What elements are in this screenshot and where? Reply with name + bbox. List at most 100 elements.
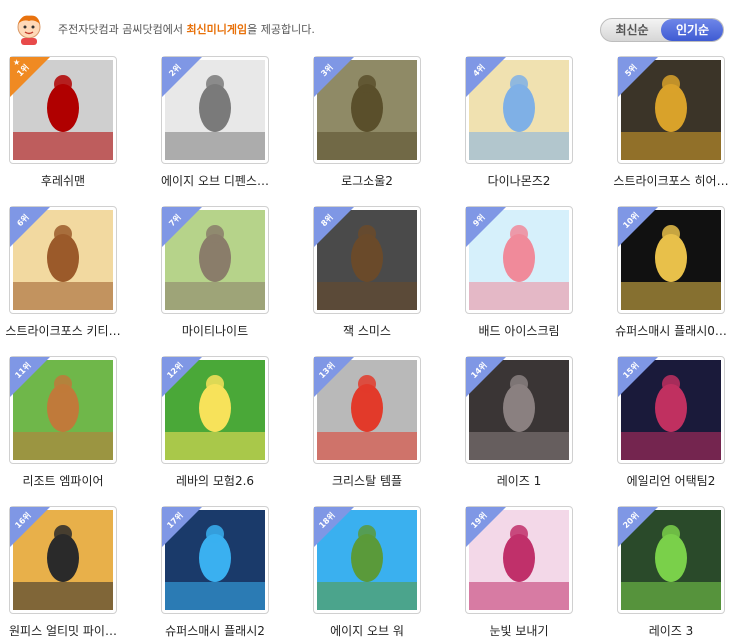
game-title[interactable]: 에이지 오브 디펜스… [140, 172, 290, 189]
rank-label: 19위 [469, 510, 489, 531]
rank-label: 16위 [13, 510, 33, 531]
screenshot-ground [317, 282, 417, 310]
screenshot-character-head [662, 525, 680, 543]
game-title[interactable]: 리조트 엠파이어 [0, 472, 138, 489]
game-card[interactable]: 15위 에일리언 어택팀2 [608, 355, 736, 505]
sort-latest-button[interactable]: 최신순 [601, 19, 663, 41]
screenshot-character-head [358, 75, 376, 93]
game-title[interactable]: 마이티나이트 [140, 322, 290, 339]
game-title[interactable]: 눈빛 보내기 [444, 622, 594, 639]
game-card[interactable]: 19위 눈빛 보내기 [456, 505, 606, 643]
game-thumbnail[interactable]: 15위 [617, 356, 725, 464]
game-thumbnail[interactable]: 20위 [617, 506, 725, 614]
game-card[interactable]: 5위 스트라이크포스 히어… [608, 55, 736, 205]
game-title[interactable]: 배드 아이스크림 [444, 322, 594, 339]
game-thumbnail[interactable]: 16위 [9, 506, 117, 614]
game-card[interactable]: 4위 다이나몬즈2 [456, 55, 606, 205]
game-card[interactable]: 16위원피스 얼티밋 파이… [0, 505, 150, 643]
notice-prefix: 주전자닷컴과 곰씨닷컴에서 [58, 23, 183, 36]
screenshot-character-head [662, 375, 680, 393]
screenshot-ground [469, 132, 569, 160]
rank-ribbon: 20위 [618, 507, 658, 547]
rank-ribbon: 18위 [314, 507, 354, 547]
screenshot-character-head [54, 375, 72, 393]
game-title[interactable]: 크리스탈 템플 [292, 472, 442, 489]
game-card[interactable]: 9위 배드 아이스크림 [456, 205, 606, 355]
rank-label: 18위 [317, 510, 337, 531]
screenshot-ground [13, 132, 113, 160]
rank-ribbon: 10위 [618, 207, 658, 247]
game-thumbnail[interactable]: 7위 [161, 206, 269, 314]
screenshot-ground [165, 582, 265, 610]
game-thumbnail[interactable]: 18위 [313, 506, 421, 614]
rank-label: 15위 [621, 360, 641, 381]
game-title[interactable]: 슈퍼스매시 플래시2 [140, 622, 290, 639]
game-thumbnail[interactable]: 9위 [465, 206, 573, 314]
game-card[interactable]: 13위 크리스탈 템플 [304, 355, 454, 505]
game-card[interactable]: 11위리조트 엠파이어 [0, 355, 150, 505]
game-title[interactable]: 레이즈 1 [444, 472, 594, 489]
rank-ribbon: 3위 [314, 57, 354, 97]
game-card[interactable]: 10위 슈퍼스매시 플래시0… [608, 205, 736, 355]
game-title[interactable]: 잭 스미스 [292, 322, 442, 339]
game-title[interactable]: 슈퍼스매시 플래시0… [596, 322, 736, 339]
game-title[interactable]: 레바의 모험2.6 [140, 472, 290, 489]
game-card[interactable]: 17위 슈퍼스매시 플래시2 [152, 505, 302, 643]
game-thumbnail[interactable]: 14위 [465, 356, 573, 464]
game-card[interactable]: 7위 마이티나이트 [152, 205, 302, 355]
screenshot-character-head [206, 375, 224, 393]
game-title[interactable]: 후레쉬맨 [0, 172, 138, 189]
game-card[interactable]: 8위 잭 스미스 [304, 205, 454, 355]
game-thumbnail[interactable]: 4위 [465, 56, 573, 164]
game-card[interactable]: 12위 레바의 모험2.6 [152, 355, 302, 505]
game-thumbnail[interactable]: 6위 [9, 206, 117, 314]
game-title[interactable]: 다이나몬즈2 [444, 172, 594, 189]
rank-ribbon: 9위 [466, 207, 506, 247]
game-thumbnail[interactable]: 13위 [313, 356, 421, 464]
screenshot-character-head [662, 225, 680, 243]
screenshot-character-head [54, 225, 72, 243]
game-thumbnail[interactable]: 3위 [313, 56, 421, 164]
game-card[interactable]: 18위 에이지 오브 워 [304, 505, 454, 643]
game-title[interactable]: 에일리언 어택팀2 [596, 472, 736, 489]
rank-ribbon: 13위 [314, 357, 354, 397]
game-title[interactable]: 에이지 오브 워 [292, 622, 442, 639]
rank-ribbon: 4위 [466, 57, 506, 97]
notice-suffix: 을 제공합니다. [247, 23, 315, 36]
game-card[interactable]: 14위 레이즈 1 [456, 355, 606, 505]
game-thumbnail[interactable]: 2위 [161, 56, 269, 164]
game-card[interactable]: 2위 에이지 오브 디펜스… [152, 55, 302, 205]
game-thumbnail[interactable]: 17위 [161, 506, 269, 614]
game-title[interactable]: 레이즈 3 [596, 622, 736, 639]
game-card[interactable]: 6위스트라이크포스 키티… [0, 205, 150, 355]
game-thumbnail[interactable]: ★ 1위 [9, 56, 117, 164]
game-title[interactable]: 원피스 얼티밋 파이… [0, 622, 138, 639]
screenshot-character-head [358, 525, 376, 543]
rank-label: 2위 [167, 62, 183, 79]
screenshot-ground [165, 132, 265, 160]
rank-ribbon: 7위 [162, 207, 202, 247]
game-thumbnail[interactable]: 11위 [9, 356, 117, 464]
game-thumbnail[interactable]: 5위 [617, 56, 725, 164]
screenshot-character-head [206, 225, 224, 243]
game-title[interactable]: 스트라이크포스 키티… [0, 322, 138, 339]
game-thumbnail[interactable]: 19위 [465, 506, 573, 614]
screenshot-ground [317, 132, 417, 160]
game-title[interactable]: 로그소울2 [292, 172, 442, 189]
game-thumbnail[interactable]: 12위 [161, 356, 269, 464]
screenshot-ground [469, 282, 569, 310]
game-card[interactable]: 3위 로그소울2 [304, 55, 454, 205]
game-thumbnail[interactable]: 10위 [617, 206, 725, 314]
rank-label: 6위 [15, 212, 31, 229]
screenshot-ground [469, 432, 569, 460]
screenshot-character-head [510, 375, 528, 393]
sort-popular-button[interactable]: 인기순 [661, 19, 723, 41]
game-thumbnail[interactable]: 8위 [313, 206, 421, 314]
screenshot-ground [165, 282, 265, 310]
screenshot-ground [13, 432, 113, 460]
game-title[interactable]: 스트라이크포스 히어… [596, 172, 736, 189]
game-card[interactable]: 20위 레이즈 3 [608, 505, 736, 643]
rank-ribbon: 15위 [618, 357, 658, 397]
rank-label: 14위 [469, 360, 489, 381]
game-card[interactable]: ★ 1위후레쉬맨 [0, 55, 150, 205]
